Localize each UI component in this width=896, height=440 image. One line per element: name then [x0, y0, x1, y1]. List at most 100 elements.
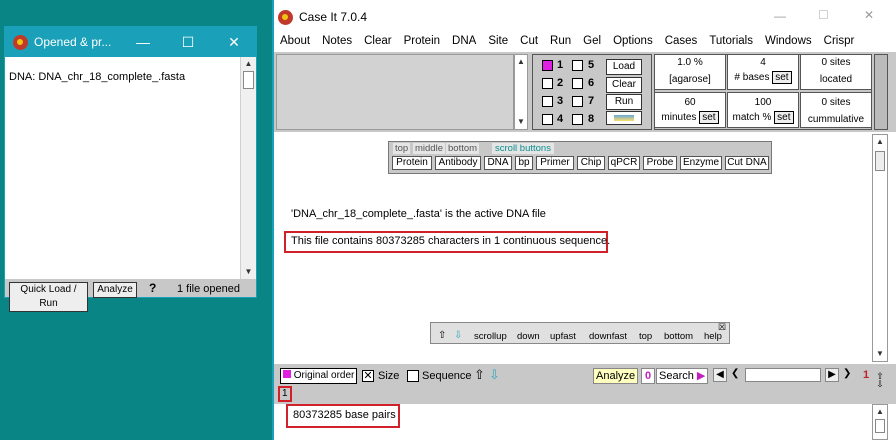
- primer-button[interactable]: Primer: [536, 156, 574, 170]
- match-cell[interactable]: 100 match % set: [727, 92, 799, 128]
- scroll-down-icon[interactable]: ▼: [241, 265, 256, 279]
- scroll-thumb[interactable]: [875, 419, 885, 433]
- menu-tutorials[interactable]: Tutorials: [703, 35, 759, 47]
- menu-clear[interactable]: Clear: [358, 35, 397, 47]
- nav-downfast[interactable]: downfast: [589, 331, 627, 342]
- menu-run[interactable]: Run: [544, 35, 577, 47]
- original-order-button[interactable]: Original order: [280, 368, 358, 384]
- probe-button[interactable]: Probe: [643, 156, 677, 170]
- nav-upfast[interactable]: upfast: [550, 331, 576, 342]
- nav-down-icon[interactable]: ⇩: [454, 330, 462, 341]
- menu-dna[interactable]: DNA: [446, 35, 482, 47]
- menu-gel[interactable]: Gel: [577, 35, 607, 47]
- menu-windows[interactable]: Windows: [759, 35, 818, 47]
- opened-files-scrollbar[interactable]: ▲ ▼: [240, 57, 256, 279]
- first-page-icon[interactable]: ◀: [713, 368, 727, 382]
- lane-1-checkbox[interactable]: [542, 60, 553, 71]
- cut-dna-button[interactable]: Cut DNA: [725, 156, 769, 170]
- next-page-icon[interactable]: ▶: [825, 368, 839, 382]
- nav-help[interactable]: help: [704, 331, 722, 342]
- bp-button[interactable]: bp: [515, 156, 533, 170]
- size-checkbox[interactable]: ✕: [362, 370, 374, 382]
- menu-crispr[interactable]: Crispr: [818, 35, 861, 47]
- app-icon: [278, 9, 293, 25]
- lane-7-checkbox[interactable]: [572, 96, 583, 107]
- antibody-button[interactable]: Antibody: [435, 156, 481, 170]
- minimize-icon[interactable]: —: [120, 27, 166, 57]
- close-icon[interactable]: ✕: [864, 8, 874, 22]
- sequence-checkbox[interactable]: [407, 370, 419, 382]
- scroll-thumb[interactable]: [875, 151, 885, 171]
- active-file-message: 'DNA_chr_18_complete_.fasta' is the acti…: [291, 208, 546, 220]
- chip-button[interactable]: Chip: [577, 156, 605, 170]
- top-scrollbar[interactable]: ▲ ▼: [514, 54, 528, 130]
- analyze-button[interactable]: Analyze: [93, 282, 137, 298]
- scroll-thumb[interactable]: [243, 71, 254, 89]
- last-page-icon[interactable]: ❯: [843, 368, 851, 379]
- minimize-icon[interactable]: —: [774, 9, 786, 23]
- tab-top[interactable]: top: [393, 143, 411, 154]
- search-button[interactable]: Search ▶: [656, 368, 709, 384]
- main-scrollbar[interactable]: ▲ ▼: [872, 134, 888, 362]
- agarose-cell[interactable]: 1.0 % [agarose]: [654, 54, 726, 90]
- nav-up-icon[interactable]: ⇧: [438, 330, 446, 341]
- gel-color-button[interactable]: [606, 111, 642, 125]
- opened-files-titlebar[interactable]: Opened & pr... — ☐ ✕: [5, 27, 256, 57]
- lane-3-checkbox[interactable]: [542, 96, 553, 107]
- scroll-up-icon[interactable]: ▲: [241, 57, 256, 71]
- menu-protein[interactable]: Protein: [398, 35, 446, 47]
- bases-set-button[interactable]: set: [772, 71, 792, 84]
- sequence-down-icon[interactable]: ⇩: [489, 367, 500, 383]
- nav-top[interactable]: top: [639, 331, 652, 342]
- menu-cut[interactable]: Cut: [514, 35, 544, 47]
- bottom-scrollbar[interactable]: ▲: [872, 404, 888, 440]
- maximize-icon[interactable]: ☐: [818, 8, 829, 22]
- scroll-down-icon[interactable]: ▼: [515, 115, 527, 129]
- run-button[interactable]: Run: [606, 94, 642, 110]
- close-icon[interactable]: ✕: [211, 27, 257, 57]
- quick-load-run-button[interactable]: Quick Load / Run: [9, 282, 88, 312]
- scroll-up-icon[interactable]: ▲: [873, 405, 887, 419]
- bases-cell[interactable]: 4 # bases set: [727, 54, 799, 90]
- nav-bottom[interactable]: bottom: [664, 331, 693, 342]
- scroll-down-icon[interactable]: ▼: [873, 347, 887, 361]
- match-set-button[interactable]: set: [774, 111, 794, 124]
- help-icon[interactable]: ?: [149, 281, 156, 295]
- sites-cumulative-cell: 0 sites cummulative: [800, 92, 872, 128]
- lane-2-checkbox[interactable]: [542, 78, 553, 89]
- qpcr-button[interactable]: qPCR: [608, 156, 640, 170]
- lane-5-checkbox[interactable]: [572, 60, 583, 71]
- original-order-swatch: [283, 370, 291, 378]
- enzyme-button[interactable]: Enzyme: [680, 156, 722, 170]
- menu-cases[interactable]: Cases: [659, 35, 704, 47]
- prev-page-icon[interactable]: ❮: [731, 368, 739, 379]
- clear-button[interactable]: Clear: [606, 77, 642, 93]
- updown-stepper-icon[interactable]: ⇧ ⇩: [874, 372, 886, 389]
- scroll-up-icon[interactable]: ▲: [515, 55, 527, 69]
- lower-analyze-button[interactable]: Analyze: [593, 368, 639, 384]
- dna-button[interactable]: DNA: [484, 156, 512, 170]
- nav-down[interactable]: down: [517, 331, 540, 342]
- page-scrollbar[interactable]: [745, 368, 821, 382]
- sequence-up-icon[interactable]: ⇧: [474, 367, 485, 383]
- protein-button[interactable]: Protein: [392, 156, 432, 170]
- load-button[interactable]: Load: [606, 59, 642, 75]
- minutes-cell[interactable]: 60 minutes set: [654, 92, 726, 128]
- menu-about[interactable]: About: [274, 35, 316, 47]
- lane-6-checkbox[interactable]: [572, 78, 583, 89]
- menu-options[interactable]: Options: [607, 35, 659, 47]
- scroll-up-icon[interactable]: ▲: [873, 135, 887, 149]
- maximize-icon[interactable]: ☐: [165, 27, 211, 57]
- tab-middle[interactable]: middle: [413, 143, 445, 154]
- tab-scroll-buttons[interactable]: scroll buttons: [492, 143, 554, 154]
- lane-8-checkbox[interactable]: [572, 114, 583, 125]
- main-titlebar[interactable]: Case It 7.0.4 — ☐ ✕: [274, 4, 896, 30]
- lane-4-checkbox[interactable]: [542, 114, 553, 125]
- bases-row: # bases set: [728, 71, 798, 84]
- match-row: match % set: [728, 111, 798, 124]
- menu-site[interactable]: Site: [482, 35, 514, 47]
- nav-scrollup[interactable]: scrollup: [474, 331, 507, 342]
- menu-notes[interactable]: Notes: [316, 35, 358, 47]
- tab-bottom[interactable]: bottom: [446, 143, 480, 154]
- minutes-set-button[interactable]: set: [699, 111, 719, 124]
